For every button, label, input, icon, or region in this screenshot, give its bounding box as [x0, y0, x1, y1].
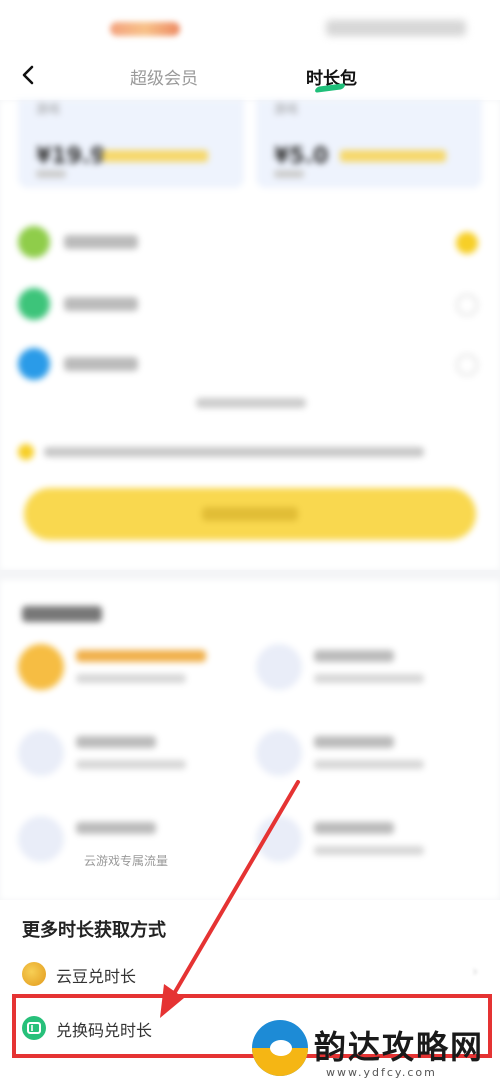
purchase-section: 游戏 ¥19.9 游戏 ¥5.0 [0, 100, 500, 570]
tab-super-member[interactable]: 超级会员 [130, 64, 198, 89]
watermark-name: 韵达攻略网 [314, 1028, 485, 1066]
radio-unselected[interactable] [456, 354, 478, 376]
privilege-item [256, 730, 456, 790]
radio-selected[interactable] [456, 232, 478, 254]
privilege-desc [76, 760, 186, 769]
option-cloud-bean[interactable]: 云豆兑时长 › [22, 960, 492, 990]
privilege-icon [18, 816, 64, 862]
privilege-desc [314, 674, 424, 683]
pack-card[interactable]: 游戏 ¥19.9 [18, 100, 244, 188]
privilege-title [314, 650, 394, 662]
pay-method-label [64, 357, 138, 371]
watermark: 韵达攻略网 www.ydfcy.com [248, 1018, 500, 1084]
privilege-title [76, 822, 156, 834]
pack-sub [274, 170, 304, 178]
status-bar [0, 0, 500, 56]
privilege-title [314, 822, 394, 834]
back-icon[interactable] [16, 62, 42, 88]
more-payment-toggle[interactable] [196, 398, 306, 408]
pack-card[interactable]: 游戏 ¥5.0 [256, 100, 482, 188]
privilege-desc [76, 674, 186, 683]
agreement-text [44, 447, 424, 457]
pack-game-label: 游戏 [274, 102, 299, 116]
privilege-desc [314, 846, 424, 855]
privilege-item [18, 644, 218, 704]
more-methods-title: 更多时长获取方式 [22, 920, 166, 941]
privilege-item [256, 816, 456, 876]
status-icons [110, 22, 180, 36]
payment-option[interactable] [18, 288, 478, 324]
privilege-icon [18, 644, 64, 690]
privilege-title [314, 736, 394, 748]
watermark-url: www.ydfcy.com [326, 1066, 437, 1079]
agreement-row[interactable] [18, 444, 458, 460]
privilege-item [18, 730, 218, 790]
option-label: 云豆兑时长 [56, 967, 137, 986]
flow-label: 云游戏专属流量 [84, 854, 169, 868]
radio-unselected[interactable] [456, 294, 478, 316]
section-title [22, 606, 102, 622]
payment-option[interactable] [18, 348, 478, 384]
pack-price: ¥5.0 [274, 144, 329, 169]
coin-icon [22, 962, 46, 986]
watermark-logo [252, 1020, 308, 1076]
pay-now-button[interactable] [24, 488, 476, 540]
top-nav-bar: 超级会员 时长包 [0, 56, 500, 100]
wechat-pay-icon [18, 288, 50, 320]
privileges-section [0, 580, 500, 900]
pack-tag [102, 150, 208, 162]
pack-tag [340, 150, 446, 162]
privilege-icon [18, 730, 64, 776]
privilege-desc [314, 760, 424, 769]
privilege-icon [256, 816, 302, 862]
alipay-icon [18, 348, 50, 380]
agree-check-icon[interactable] [18, 444, 34, 460]
section-divider [0, 570, 500, 580]
pay-method-icon [18, 226, 50, 258]
pay-method-label [64, 235, 138, 249]
pack-game-label: 游戏 [36, 102, 61, 116]
privilege-title [76, 650, 206, 662]
pack-price: ¥19.9 [36, 144, 106, 169]
pay-now-label [202, 507, 298, 521]
privilege-item [256, 644, 456, 704]
payment-option[interactable] [18, 226, 478, 262]
privilege-icon [256, 730, 302, 776]
chevron-right-icon: › [472, 964, 478, 980]
privilege-title [76, 736, 156, 748]
pay-method-label [64, 297, 138, 311]
pack-sub [36, 170, 66, 178]
system-indicators [326, 20, 466, 36]
privilege-icon [256, 644, 302, 690]
